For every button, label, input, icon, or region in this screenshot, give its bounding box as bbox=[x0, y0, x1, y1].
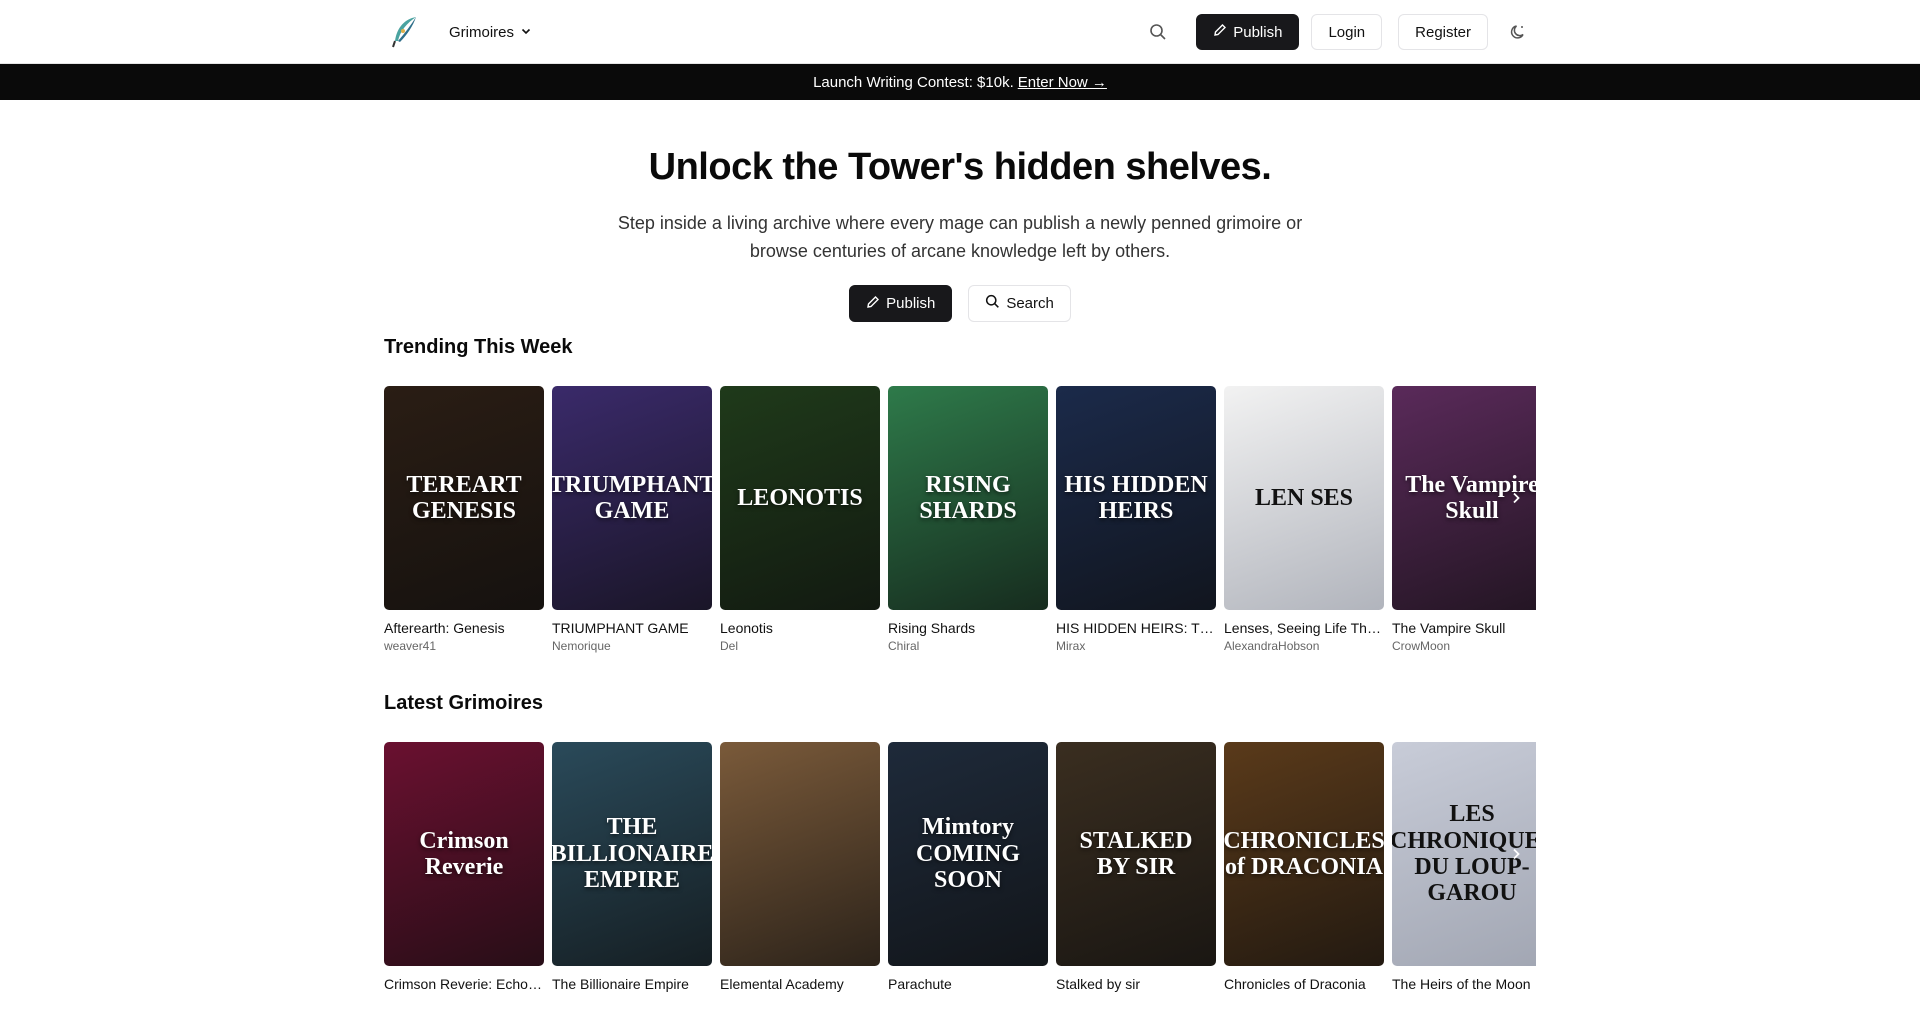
book-title[interactable]: Stalked by sir bbox=[1056, 976, 1216, 992]
book-card[interactable]: CHRONICLES of DRACONIA Chronicles of Drac… bbox=[1224, 742, 1384, 992]
latest-row: Crimson Reverie Crimson Reverie: Echoes o… bbox=[384, 742, 1536, 992]
book-cover-text: CHRONICLES of DRACONIA bbox=[1224, 827, 1384, 880]
book-cover[interactable]: THE BILLIONAIRE EMPIRE bbox=[552, 742, 712, 966]
book-cover[interactable]: STALKED BY SIR bbox=[1056, 742, 1216, 966]
book-cover-text: THE BILLIONAIRE EMPIRE bbox=[552, 814, 712, 894]
contest-banner: Launch Writing Contest: $10k. Enter Now … bbox=[0, 64, 1920, 100]
trending-shelf: TEREART GENESIS Afterearth: Genesis weaver… bbox=[384, 386, 1536, 656]
header-inner: Grimoires Publish Login Register bbox=[384, 0, 1536, 64]
search-icon[interactable] bbox=[1140, 14, 1176, 50]
book-cover-text: TRIUMPHANT GAME bbox=[552, 471, 712, 524]
book-card[interactable]: STALKED BY SIR Stalked by sir bbox=[1056, 742, 1216, 992]
book-cover[interactable]: LEONOTIS bbox=[720, 386, 880, 610]
grimoires-dropdown[interactable]: Grimoires bbox=[449, 24, 532, 41]
book-card[interactable]: LES CHRONIQUES DU LOUP-GAROUThe Heirs of… bbox=[1392, 742, 1536, 992]
book-cover-text: HIS HIDDEN HEIRS bbox=[1064, 471, 1208, 524]
book-cover-text: RISING SHARDS bbox=[919, 471, 1017, 524]
latest-title: Latest Grimoires bbox=[384, 692, 543, 714]
book-cover-text: LEN SES bbox=[1254, 484, 1354, 511]
trending-title: Trending This Week bbox=[384, 336, 573, 358]
book-title[interactable]: Elemental Academy bbox=[720, 976, 880, 992]
book-title[interactable]: Crimson Reverie: Echoes of Seraphine bbox=[384, 976, 544, 992]
book-title[interactable]: The Heirs of the Moon bbox=[1392, 976, 1536, 992]
banner-enter-link[interactable]: Enter Now → bbox=[1018, 74, 1107, 91]
book-cover[interactable]: TEREART GENESIS bbox=[384, 386, 544, 610]
register-button[interactable]: Register bbox=[1398, 14, 1488, 50]
search-icon bbox=[985, 294, 1000, 313]
book-cover-text: Mimtory COMING SOON bbox=[916, 814, 1020, 894]
grimoires-dropdown-label: Grimoires bbox=[449, 23, 515, 41]
hero-section: Unlock the Tower's hidden shelves. Step … bbox=[0, 100, 1920, 322]
hero-search-button[interactable]: Search bbox=[968, 285, 1071, 322]
hero-subtitle: Step inside a living archive where every… bbox=[617, 213, 1303, 261]
book-title[interactable]: Afterearth: Genesis bbox=[384, 620, 544, 636]
hero-publish-label: Publish bbox=[886, 295, 936, 312]
book-card[interactable]: Crimson Reverie Crimson Reverie: Echoes o… bbox=[384, 742, 544, 992]
hero-actions: Publish Search bbox=[0, 285, 1920, 322]
book-title[interactable]: Rising Shards bbox=[888, 620, 1048, 636]
book-cover[interactable]: HIS HIDDEN HEIRS bbox=[1056, 386, 1216, 610]
trending-section: Trending This Week TEREART GENESIS Aftere… bbox=[384, 336, 1536, 656]
book-cover[interactable]: Mimtory COMING SOON bbox=[888, 742, 1048, 966]
book-cover[interactable]: LEN SES bbox=[1224, 386, 1384, 610]
book-title[interactable]: Lenses, Seeing Life Through New Eyes bbox=[1224, 620, 1384, 636]
book-cover-text bbox=[792, 846, 808, 862]
book-cover[interactable]: CHRONICLES of DRACONIA bbox=[1224, 742, 1384, 966]
book-title[interactable]: The Vampire Skull bbox=[1392, 620, 1536, 636]
book-card[interactable]: Mimtory COMING SOON Parachute bbox=[888, 742, 1048, 992]
book-cover[interactable]: TRIUMPHANT GAME bbox=[552, 386, 712, 610]
book-card[interactable]: LEN SES Lenses, Seeing Life Through New E… bbox=[1224, 386, 1384, 653]
book-cover[interactable]: RISING SHARDS bbox=[888, 386, 1048, 610]
book-title[interactable]: Chronicles of Draconia bbox=[1224, 976, 1384, 992]
hero-title: Unlock the Tower's hidden shelves. bbox=[648, 146, 1272, 188]
trending-row: TEREART GENESIS Afterearth: Genesis weaver… bbox=[384, 386, 1536, 653]
book-author[interactable]: Chiral bbox=[888, 639, 1048, 653]
hero-search-label: Search bbox=[1006, 295, 1054, 312]
latest-shelf: Crimson Reverie Crimson Reverie: Echoes o… bbox=[384, 742, 1536, 1012]
book-card[interactable]: TRIUMPHANT GAME TRIUMPHANT GAME Nemorique bbox=[552, 386, 712, 653]
hero-publish-button[interactable]: Publish bbox=[849, 285, 953, 322]
book-cover-text: Crimson Reverie bbox=[419, 827, 509, 880]
banner-text: Launch Writing Contest: $10k. bbox=[813, 73, 1014, 91]
book-cover[interactable] bbox=[720, 742, 880, 966]
pencil-icon bbox=[1213, 23, 1227, 41]
book-title[interactable]: Leonotis bbox=[720, 620, 880, 636]
chevron-right-icon[interactable] bbox=[1504, 486, 1528, 510]
book-title[interactable]: HIS HIDDEN HEIRS: THE MAFIA KING'S CLAIM bbox=[1056, 620, 1216, 636]
book-cover[interactable]: Crimson Reverie bbox=[384, 742, 544, 966]
pencil-icon bbox=[866, 295, 880, 313]
book-cover-text: STALKED BY SIR bbox=[1079, 827, 1193, 880]
book-author[interactable]: Nemorique bbox=[552, 639, 712, 653]
quill-logo-icon[interactable] bbox=[384, 12, 424, 52]
chevron-right-icon[interactable] bbox=[1504, 842, 1528, 866]
book-card[interactable]: RISING SHARDS Rising Shards Chiral bbox=[888, 386, 1048, 653]
dark-mode-toggle-icon[interactable] bbox=[1500, 14, 1536, 50]
header-publish-label: Publish bbox=[1233, 23, 1283, 41]
book-author[interactable]: AlexandraHobson bbox=[1224, 639, 1384, 653]
top-header: Grimoires Publish Login Register bbox=[0, 0, 1920, 64]
header-publish-button[interactable]: Publish bbox=[1196, 14, 1300, 50]
book-card[interactable]: Elemental Academy bbox=[720, 742, 880, 992]
book-cover-text: TEREART GENESIS bbox=[406, 471, 522, 524]
book-author[interactable]: Mirax bbox=[1056, 639, 1216, 653]
book-title[interactable]: The Billionaire Empire bbox=[552, 976, 712, 992]
book-title[interactable]: TRIUMPHANT GAME bbox=[552, 620, 712, 636]
book-card[interactable]: HIS HIDDEN HEIRS HIS HIDDEN HEIRS: THE MA… bbox=[1056, 386, 1216, 653]
book-card[interactable]: LEONOTIS Leonotis Del bbox=[720, 386, 880, 653]
book-author[interactable]: CrowMoon bbox=[1392, 639, 1536, 653]
login-button[interactable]: Login bbox=[1311, 14, 1383, 50]
latest-section: Latest Grimoires Crimson Reverie Crimson … bbox=[384, 692, 1536, 1012]
book-cover-text: LEONOTIS bbox=[737, 484, 863, 511]
book-title[interactable]: Parachute bbox=[888, 976, 1048, 992]
book-card[interactable]: The Vampire Skull The Vampire Skull CrowMo… bbox=[1392, 386, 1536, 653]
book-author[interactable]: weaver41 bbox=[384, 639, 544, 653]
book-card[interactable]: THE BILLIONAIRE EMPIRE The Billionaire Em… bbox=[552, 742, 712, 992]
book-card[interactable]: TEREART GENESIS Afterearth: Genesis weaver… bbox=[384, 386, 544, 653]
book-author[interactable]: Del bbox=[720, 639, 880, 653]
chevron-down-icon bbox=[520, 24, 532, 41]
